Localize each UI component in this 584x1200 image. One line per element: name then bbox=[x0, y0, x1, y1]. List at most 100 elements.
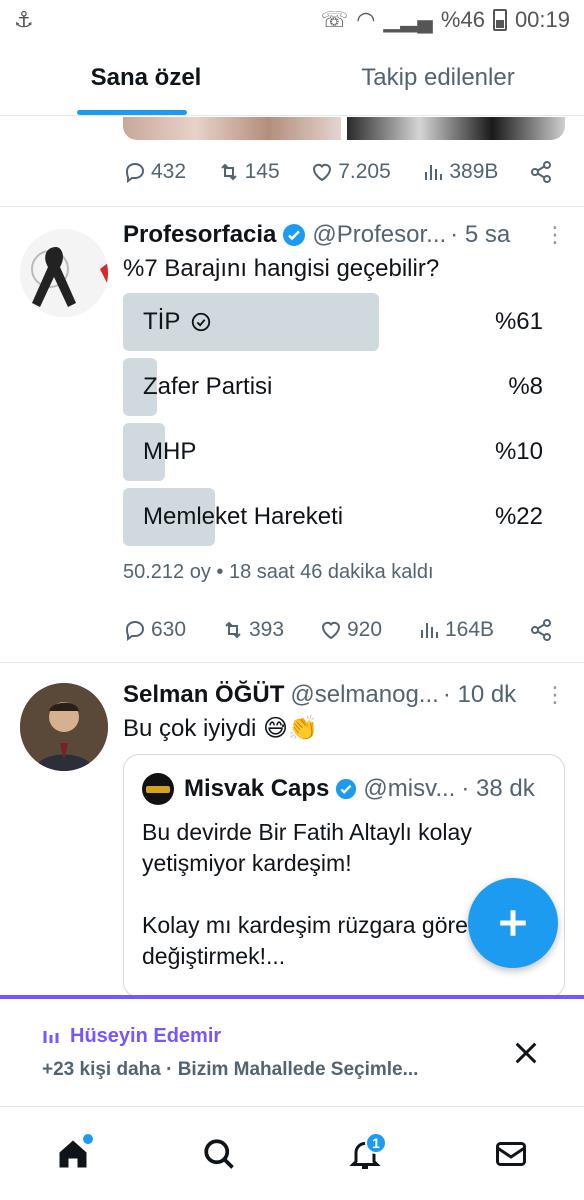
compose-button[interactable] bbox=[468, 878, 558, 968]
poll-option: MHP %10 bbox=[123, 423, 543, 481]
signal-icon: ▁▂▄ bbox=[383, 7, 433, 32]
previous-tweet-actions: 432 145 7.205 389B bbox=[123, 152, 553, 192]
heart-icon bbox=[321, 621, 341, 640]
verified-badge-icon bbox=[283, 224, 306, 246]
tab-for-you[interactable]: Sana özel bbox=[0, 40, 292, 115]
unread-dot bbox=[83, 1134, 93, 1144]
views-count: 389B bbox=[449, 160, 499, 183]
avatar[interactable] bbox=[20, 683, 108, 771]
poll-option-label: Memleket Hareketi bbox=[143, 503, 344, 530]
poll-option: TİP %61 bbox=[123, 293, 543, 351]
like-count: 7.205 bbox=[338, 160, 391, 183]
nav-notifications[interactable]: 1 bbox=[335, 1124, 395, 1184]
share-icon bbox=[530, 161, 551, 183]
tab-following[interactable]: Takip edilenler bbox=[292, 40, 584, 115]
views-icon bbox=[421, 623, 438, 638]
tweet-text: Bu çok iyiydi 😅👏 bbox=[123, 715, 318, 742]
author-name[interactable]: Selman ÖĞÜT bbox=[123, 681, 284, 709]
battery-percent: %46 bbox=[440, 7, 485, 32]
timeline-tabs: Sana özel Takip edilenler bbox=[0, 40, 584, 116]
poll-option-label: TİP bbox=[123, 308, 212, 336]
tab-for-you-label: Sana özel bbox=[90, 63, 202, 91]
nav-home[interactable] bbox=[43, 1124, 103, 1184]
active-tab-indicator bbox=[77, 110, 187, 115]
reply-icon bbox=[125, 620, 145, 641]
verified-badge-icon bbox=[336, 778, 357, 800]
quoted-header: Misvak Caps @misv... · 38 dk bbox=[142, 773, 552, 805]
search-icon bbox=[204, 1139, 234, 1169]
battery-icon bbox=[492, 9, 507, 31]
retweet-count: 145 bbox=[244, 160, 280, 183]
author-handle[interactable]: @selmanog... bbox=[290, 681, 438, 709]
like-button[interactable]: 7.205 bbox=[310, 160, 391, 184]
person-avatar bbox=[20, 683, 108, 771]
heart-icon bbox=[313, 163, 332, 182]
poll-option-percent: %8 bbox=[508, 373, 543, 400]
views-count: 164B bbox=[445, 618, 495, 641]
plus-icon bbox=[500, 910, 526, 936]
poll-meta: 50.212 oy • 18 saat 46 dakika kaldı bbox=[123, 561, 434, 583]
audio-bars-icon bbox=[43, 1030, 59, 1043]
nav-messages[interactable] bbox=[481, 1124, 541, 1184]
tweet-header: Profesorfacia @Profesor... · 5 sa ⋮ bbox=[123, 219, 566, 251]
previous-tweet-media[interactable] bbox=[123, 117, 565, 140]
share-button[interactable] bbox=[529, 618, 553, 642]
reply-button[interactable]: 432 bbox=[123, 160, 186, 184]
more-options-icon[interactable]: ⋮ bbox=[544, 222, 566, 248]
status-left: ⚓ bbox=[14, 7, 34, 33]
quoted-author-name: Misvak Caps bbox=[184, 775, 330, 802]
poll-option-label: Zafer Partisi bbox=[143, 373, 273, 400]
media-image[interactable] bbox=[347, 117, 565, 140]
notification-badge: 1 bbox=[365, 1132, 387, 1154]
call-icon: ☏ bbox=[320, 7, 349, 32]
retweet-count: 393 bbox=[249, 618, 285, 641]
close-icon[interactable] bbox=[512, 1039, 540, 1067]
media-image[interactable] bbox=[123, 117, 341, 140]
avatar[interactable] bbox=[20, 229, 108, 317]
nav-search[interactable] bbox=[189, 1124, 249, 1184]
poll-tweet[interactable]: Profesorfacia @Profesor... · 5 sa ⋮ %7 B… bbox=[0, 207, 584, 662]
retweet-icon bbox=[225, 621, 241, 639]
poll-option-text: TİP bbox=[143, 308, 181, 335]
clock: 00:19 bbox=[514, 7, 570, 32]
views-button[interactable]: 164B bbox=[417, 618, 494, 642]
poll-option: Zafer Partisi %8 bbox=[123, 358, 543, 416]
share-button[interactable] bbox=[529, 160, 553, 184]
poll-option: Memleket Hareketi %22 bbox=[123, 488, 543, 546]
reply-count: 630 bbox=[151, 618, 187, 641]
quoted-time: · 38 dk bbox=[461, 775, 535, 802]
like-count: 920 bbox=[347, 618, 383, 641]
quoted-author-handle: @misv... bbox=[363, 775, 456, 802]
views-button[interactable]: 389B bbox=[421, 160, 498, 184]
retweet-button[interactable]: 393 bbox=[221, 618, 284, 642]
views-icon bbox=[425, 165, 443, 180]
poll-option-percent: %22 bbox=[494, 503, 543, 530]
tab-following-label: Takip edilenler bbox=[361, 63, 515, 91]
tweet-time[interactable]: · 5 sa bbox=[450, 221, 510, 249]
tweet-header: Selman ÖĞÜT @selmanog... · 10 dk ⋮ bbox=[123, 679, 566, 711]
tweet-time[interactable]: · 10 dk bbox=[443, 681, 516, 709]
check-circle-icon bbox=[192, 312, 211, 332]
author-handle[interactable]: @Profesor... bbox=[312, 221, 446, 249]
like-button[interactable]: 920 bbox=[319, 618, 382, 642]
reply-button[interactable]: 630 bbox=[123, 618, 186, 642]
retweet-button[interactable]: 145 bbox=[217, 160, 280, 184]
notification-icon: ⚓ bbox=[14, 7, 34, 32]
status-bar: ⚓ ☏ ◠ ▁▂▄ %46 00:19 bbox=[0, 0, 584, 40]
poll-option-percent: %61 bbox=[494, 308, 543, 335]
black-ribbon-avatar bbox=[20, 229, 108, 317]
reply-icon bbox=[125, 162, 145, 183]
more-options-icon[interactable]: ⋮ bbox=[544, 682, 566, 708]
poll-option-percent: %10 bbox=[494, 438, 543, 465]
space-host-name: Hüseyin Edemir bbox=[70, 1025, 222, 1047]
spaces-bar[interactable]: Hüseyin Edemir +23 kişi daha · Bizim Mah… bbox=[0, 995, 584, 1107]
mail-icon bbox=[496, 1142, 526, 1166]
space-host: Hüseyin Edemir bbox=[42, 1025, 221, 1048]
reply-count: 432 bbox=[151, 160, 187, 183]
share-icon bbox=[531, 619, 551, 641]
author-name[interactable]: Profesorfacia bbox=[123, 221, 276, 249]
retweet-icon bbox=[220, 163, 237, 181]
poll-option-label: MHP bbox=[143, 438, 197, 465]
status-right: ☏ ◠ ▁▂▄ %46 00:19 bbox=[321, 7, 570, 33]
tweet-text: %7 Barajını hangisi geçebilir? bbox=[123, 255, 440, 282]
